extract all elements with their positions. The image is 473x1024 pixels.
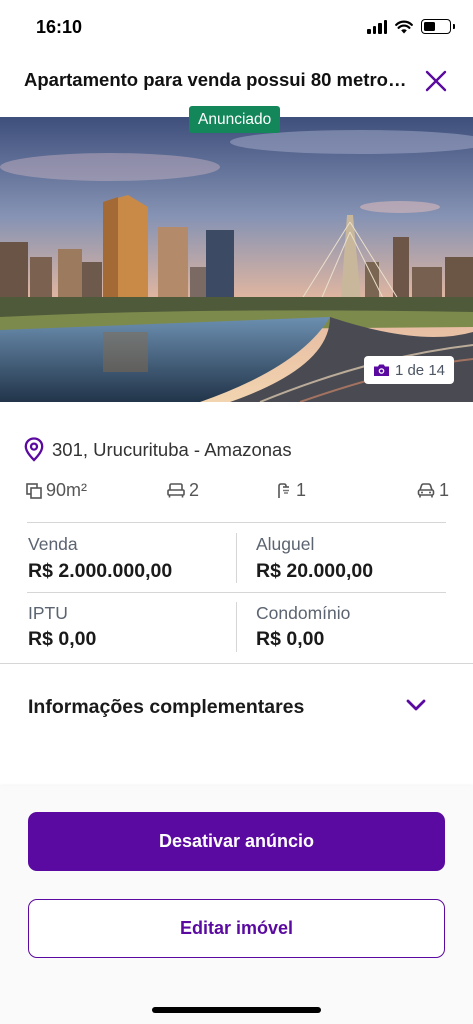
sale-price: R$ 2.000.000,00 [28,560,173,582]
cellular-signal-icon [367,20,387,34]
feature-area-value: 90m² [46,480,88,500]
property-features: 90m² 2 1 1 [26,480,449,506]
feature-parking: 1 [417,480,449,501]
battery-icon [421,19,455,34]
feature-bedrooms: 2 [167,480,199,501]
feature-bedrooms-value: 2 [189,480,200,500]
rent-label: Aluguel [256,534,315,554]
status-icons [367,19,455,34]
section-divider [0,663,473,664]
deactivate-listing-button[interactable]: Desativar anúncio [28,812,445,871]
complementary-info-toggle[interactable]: Informações complementares [0,684,473,734]
status-badge: Anunciado [189,106,281,133]
status-bar: 16:10 [0,0,473,56]
feature-parking-value: 1 [439,480,450,500]
condo-price: R$ 0,00 [256,628,325,650]
feature-bathrooms: 1 [276,480,306,501]
rent-price: R$ 20.000,00 [256,560,374,582]
feature-area: 90m² [26,480,87,501]
bed-icon [167,483,185,498]
complementary-info-label: Informações complementares [28,696,305,718]
location-pin-icon [24,437,44,462]
area-icon [26,482,42,499]
close-button[interactable] [421,66,451,96]
address-text: 301, Urucurituba - Amazonas [52,438,292,460]
header: Apartamento para venda possui 80 metros … [0,56,473,104]
iptu-label: IPTU [28,603,68,623]
shower-icon [278,482,289,498]
divider [236,602,237,652]
camera-icon [373,364,389,376]
sale-label: Venda [28,534,78,554]
divider [236,533,237,583]
edit-property-button[interactable]: Editar imóvel [28,899,445,958]
home-indicator[interactable] [152,1007,321,1013]
iptu-price: R$ 0,00 [28,628,97,650]
divider [27,522,446,523]
close-icon [425,70,447,92]
wifi-icon [395,20,413,33]
condo-label: Condomínio [256,603,351,623]
photo-counter[interactable]: 1 de 14 [363,356,454,384]
page-title: Apartamento para venda possui 80 metros … [24,69,410,90]
address: 301, Urucurituba - Amazonas [24,437,292,462]
photo-counter-text: 1 de 14 [394,361,445,379]
divider [27,592,446,593]
car-icon [417,483,435,498]
chevron-down-icon [406,699,426,711]
feature-bathrooms-value: 1 [296,480,307,500]
status-time: 16:10 [36,17,83,37]
